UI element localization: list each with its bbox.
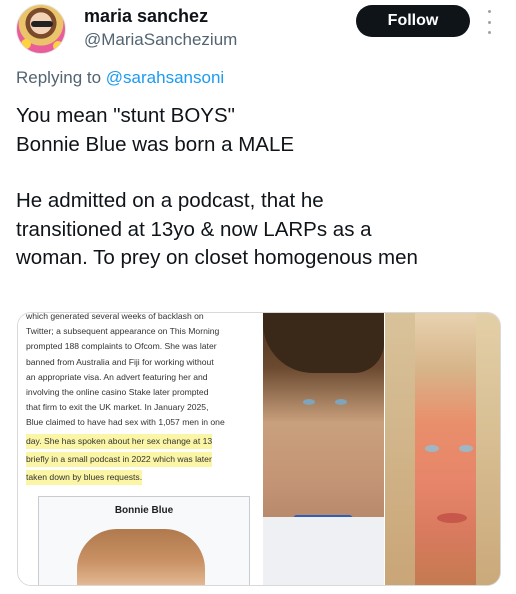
- hair-shape: [476, 313, 500, 585]
- eye-shape: [303, 399, 315, 405]
- hair-shape: [385, 313, 415, 585]
- highlighted-line: day. She has spoken about her sex change…: [26, 433, 213, 449]
- avatar-sunglasses: [31, 21, 53, 27]
- photo-young-man: [263, 313, 384, 585]
- article-line: involving the online casino Stake later …: [26, 387, 209, 398]
- tweet-line-break: [16, 159, 506, 187]
- replying-to-label: Replying to: [16, 68, 102, 87]
- tweet-line: transitioned at 13yo & now LARPs as a: [16, 217, 372, 241]
- tweet-media[interactable]: which generated several weeks of backlas…: [17, 312, 501, 586]
- article-line: an appropriate visa. An advert featuring…: [26, 371, 208, 382]
- eye-shape: [459, 445, 473, 452]
- tweet-header: maria sanchez @MariaSanchezium Follow: [0, 0, 516, 60]
- infobox: Bonnie Blue: [38, 496, 250, 585]
- article-line: that firm to exit the UK market. In Janu…: [26, 402, 209, 413]
- highlighted-line: briefly in a small podcast in 2022 which…: [26, 451, 212, 468]
- shirt-shape: [263, 517, 384, 585]
- more-options-icon[interactable]: [484, 10, 494, 34]
- eye-shape: [425, 445, 439, 452]
- tweet-line: woman. To prey on closet homogenous men: [16, 246, 418, 269]
- avatar-flower: [53, 41, 63, 51]
- photo-woman: [385, 313, 500, 585]
- article-line: which generated several weeks of backlas…: [26, 312, 204, 321]
- hair-shape: [263, 313, 384, 373]
- article-line: banned from Australia and Fiji for worki…: [26, 356, 214, 367]
- infobox-title: Bonnie Blue: [114, 505, 174, 516]
- article-line: Twitter; a subsequent appearance on This…: [26, 326, 220, 337]
- article-text: which generated several weeks of backlas…: [26, 312, 255, 486]
- eye-shape: [335, 399, 347, 405]
- avatar[interactable]: [16, 4, 66, 54]
- replying-to: Replying to @sarahsansoni: [16, 68, 224, 88]
- tweet-line: You mean "stunt BOYS": [16, 104, 235, 127]
- article-line: prompted 188 complaints to Ofcom. She wa…: [26, 341, 217, 352]
- highlighted-line: taken down by blues requests.: [26, 470, 143, 486]
- article-line: Blue claimed to have had sex with 1,057 …: [26, 417, 225, 428]
- lips-shape: [437, 513, 467, 523]
- tweet-text: You mean "stunt BOYS" Bonnie Blue was bo…: [16, 102, 506, 273]
- follow-button[interactable]: Follow: [356, 5, 470, 37]
- avatar-flower: [21, 39, 31, 49]
- tweet-line: Bonnie Blue was born a MALE: [16, 132, 295, 156]
- reply-mention-link[interactable]: @sarahsansoni: [106, 68, 224, 87]
- infobox-photo: [77, 529, 205, 585]
- tweet-line: He admitted on a podcast, that he: [16, 189, 324, 212]
- author-handle[interactable]: @MariaSanchezium: [84, 30, 237, 50]
- wikipedia-screenshot: which generated several weeks of backlas…: [18, 312, 263, 585]
- author-name[interactable]: maria sanchez: [84, 6, 208, 27]
